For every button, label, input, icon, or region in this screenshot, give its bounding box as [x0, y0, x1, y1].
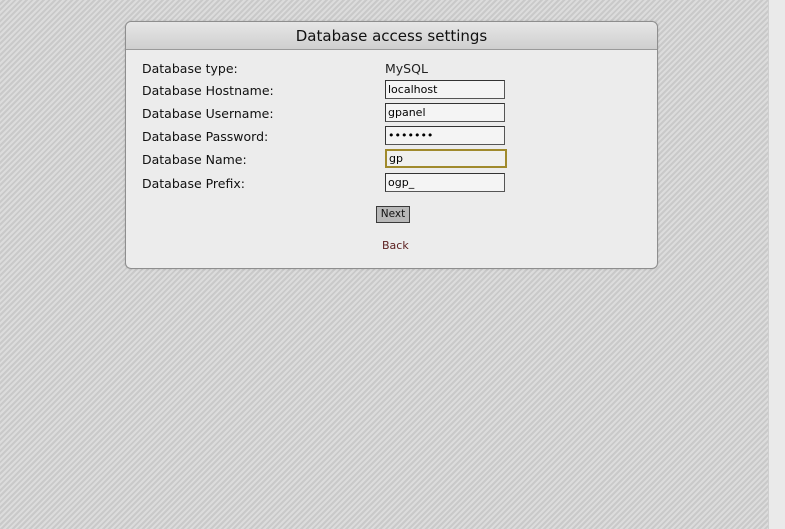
- database-password-label: Database Password:: [142, 129, 269, 144]
- database-prefix-label: Database Prefix:: [142, 176, 245, 191]
- database-prefix-input[interactable]: [385, 173, 505, 192]
- database-name-input[interactable]: [385, 149, 507, 168]
- scrollbar[interactable]: [768, 0, 785, 529]
- database-username-input[interactable]: [385, 103, 505, 122]
- database-username-row: Database Username:: [142, 103, 642, 125]
- database-type-value: MySQL: [385, 61, 428, 76]
- panel-title: Database access settings: [126, 22, 657, 50]
- database-name-label: Database Name:: [142, 152, 247, 167]
- database-username-label: Database Username:: [142, 106, 274, 121]
- back-link[interactable]: Back: [382, 239, 409, 252]
- database-type-row: Database type: MySQL: [142, 58, 642, 80]
- database-password-row: Database Password:: [142, 126, 642, 148]
- next-button[interactable]: Next: [376, 206, 410, 223]
- database-hostname-input[interactable]: [385, 80, 505, 99]
- database-settings-panel: Database access settings Database type: …: [125, 21, 658, 269]
- database-prefix-row: Database Prefix:: [142, 173, 642, 195]
- database-password-input[interactable]: [385, 126, 505, 145]
- database-type-label: Database type:: [142, 61, 238, 76]
- database-hostname-row: Database Hostname:: [142, 80, 642, 102]
- database-hostname-label: Database Hostname:: [142, 83, 274, 98]
- database-name-row: Database Name:: [142, 149, 642, 171]
